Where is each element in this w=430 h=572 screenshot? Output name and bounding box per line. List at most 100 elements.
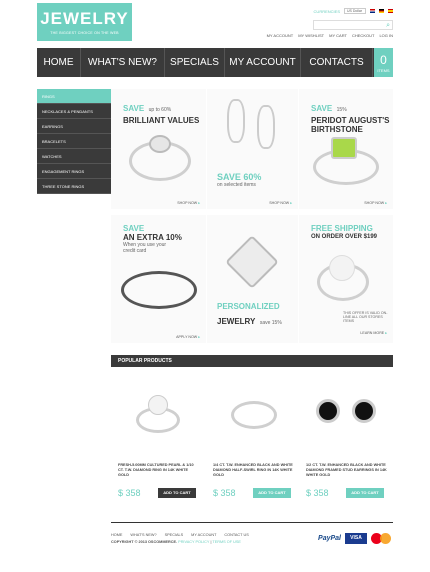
- search-icon[interactable]: ⌕: [386, 22, 390, 29]
- tile-save-amount: 15%: [336, 107, 347, 113]
- sidebar-item-earrings[interactable]: EARRINGS: [37, 119, 111, 134]
- sidebar-item-engagement-rings[interactable]: ENGAGEMENT RINGS: [37, 164, 111, 179]
- product-description[interactable]: FRESH-5.00MM CULTURED PEARL & 1/10 CT. T…: [118, 463, 200, 478]
- promo-tile-save-60[interactable]: SAVE 60% on selected items SHOP NOW ▸: [207, 89, 298, 209]
- peridot-gem-icon: [331, 137, 357, 159]
- cart-count: 0: [380, 53, 387, 67]
- tile-save-label: SAVE: [311, 104, 333, 113]
- nav-home[interactable]: HOME: [37, 48, 81, 77]
- tile-save-label: SAVE: [123, 224, 145, 233]
- search-input[interactable]: ⌕: [313, 20, 393, 30]
- footer-link-specials[interactable]: SPECIALS: [165, 533, 184, 537]
- tile-save-label: SAVE: [123, 104, 145, 113]
- nav-specials[interactable]: SPECIALS: [165, 48, 225, 77]
- mastercard-icon: [371, 533, 393, 544]
- footer-link-home[interactable]: HOME: [111, 533, 122, 537]
- product-card[interactable]: FRESH-5.00MM CULTURED PEARL & 1/10 CT. T…: [112, 371, 204, 511]
- footer-links: HOME WHAT'S NEW? SPECIALS MY ACCOUNT CON…: [111, 533, 249, 537]
- top-bar: CURRENCIES US Dollar: [314, 8, 393, 14]
- product-card[interactable]: 1/4 CT. T.W. ENHANCED BLACK AND WHITE DI…: [207, 371, 299, 511]
- bracelet-image: [121, 271, 197, 309]
- nav-my-account[interactable]: MY ACCOUNT: [225, 48, 301, 77]
- add-to-cart-button[interactable]: ADD TO CART: [253, 488, 291, 498]
- product-image[interactable]: [207, 371, 299, 453]
- link-my-cart[interactable]: MY CART: [329, 33, 347, 38]
- tile-save-amount: up to 60%: [148, 107, 172, 113]
- main-nav: HOME WHAT'S NEW? SPECIALS MY ACCOUNT CON…: [37, 48, 393, 77]
- link-my-account[interactable]: MY ACCOUNT: [267, 33, 294, 38]
- product-price: $ 358: [306, 488, 329, 498]
- product-card[interactable]: 1/2 CT. T.W. ENHANCED BLACK AND WHITE DI…: [300, 371, 392, 511]
- tile-subtext: on selected items: [217, 182, 256, 188]
- shop-now-link[interactable]: SHOP NOW ▸: [269, 201, 292, 205]
- pendant-image: [225, 235, 279, 289]
- cart-label: ITEMS: [377, 68, 390, 73]
- footer-divider: [111, 522, 393, 523]
- tile-heading: BRILLIANT VALUES: [123, 116, 200, 125]
- tile-save-amount: save 15%: [259, 320, 282, 326]
- tile-subheading: JEWELRY: [217, 317, 256, 326]
- shop-now-link[interactable]: SHOP NOW ▸: [364, 201, 387, 205]
- footer-link-contact-us[interactable]: CONTACT US: [224, 533, 248, 537]
- link-checkout[interactable]: CHECKOUT: [352, 33, 374, 38]
- sidebar-item-three-stone-rings[interactable]: THREE STONE RINGS: [37, 179, 111, 194]
- tile-heading: PERSONALIZED: [217, 302, 280, 311]
- nav-whats-new[interactable]: WHAT'S NEW?: [81, 48, 165, 77]
- sidebar-item-necklaces[interactable]: NECKLACES & PENDANTS: [37, 104, 111, 119]
- product-description[interactable]: 1/4 CT. T.W. ENHANCED BLACK AND WHITE DI…: [213, 463, 295, 478]
- visa-logo: VISA: [345, 533, 367, 544]
- copyright-text: COPYRIGHT © 2013 OSCOMMERCE.: [111, 540, 178, 544]
- tile-subtext: When you use your credit card: [123, 242, 167, 254]
- sidebar-item-rings[interactable]: RINGS: [37, 89, 111, 104]
- logo-title: JEWELRY: [40, 9, 129, 28]
- paypal-logo: PayPal: [318, 535, 341, 542]
- promo-tile-personalized[interactable]: PERSONALIZED JEWELRY save 15%: [207, 215, 298, 343]
- sidebar-item-bracelets[interactable]: BRACELETS: [37, 134, 111, 149]
- tile-heading: PERIDOT AUGUST'S: [311, 116, 390, 125]
- tile-subtext: THIS OFFER IS VALID ON-LINE ALL OUR STOR…: [343, 311, 388, 323]
- tile-subheading: ON ORDER OVER $199: [311, 234, 378, 240]
- earring-left-image: [227, 99, 245, 143]
- add-to-cart-button[interactable]: ADD TO CART: [158, 488, 196, 498]
- tile-save-label: SAVE 60%: [217, 172, 262, 182]
- product-description[interactable]: 1/2 CT. T.W. ENHANCED BLACK AND WHITE DI…: [306, 463, 388, 478]
- privacy-policy-link[interactable]: PRIVACY POLICY: [178, 540, 209, 544]
- flag-es-icon[interactable]: [388, 9, 393, 13]
- promo-tile-extra-10[interactable]: SAVE AN EXTRA 10% When you use your cred…: [111, 215, 206, 343]
- account-links: MY ACCOUNT MY WISHLIST MY CART CHECKOUT …: [267, 33, 393, 38]
- logo[interactable]: JEWELRY THE BIGGEST CHOICE ON THE WEB: [37, 3, 132, 41]
- apply-now-link[interactable]: APPLY NOW ▸: [176, 335, 200, 339]
- footer-link-whats-new[interactable]: WHAT'S NEW?: [130, 533, 156, 537]
- currencies-label: CURRENCIES: [313, 8, 340, 14]
- product-image[interactable]: [112, 371, 204, 453]
- sidebar-item-watches[interactable]: WATCHES: [37, 149, 111, 164]
- currency-select[interactable]: US Dollar: [344, 8, 366, 14]
- logo-tagline: THE BIGGEST CHOICE ON THE WEB: [50, 31, 119, 35]
- link-my-wishlist[interactable]: MY WISHLIST: [298, 33, 324, 38]
- product-price: $ 358: [118, 488, 141, 498]
- promo-tile-brilliant-values[interactable]: SAVE up to 60% BRILLIANT VALUES SHOP NOW…: [111, 89, 206, 209]
- shop-now-link[interactable]: SHOP NOW ▸: [177, 201, 200, 205]
- cart-button[interactable]: 0 ITEMS: [374, 48, 393, 77]
- diamond-cluster-icon: [149, 135, 171, 153]
- tile-heading-2: BIRTHSTONE: [311, 125, 363, 134]
- add-to-cart-button[interactable]: ADD TO CART: [346, 488, 384, 498]
- flag-uk-icon[interactable]: [370, 9, 375, 13]
- product-image[interactable]: [300, 371, 392, 453]
- nav-contacts[interactable]: CONTACTS: [301, 48, 373, 77]
- copyright: COPYRIGHT © 2013 OSCOMMERCE. PRIVACY POL…: [111, 540, 241, 544]
- tile-heading: FREE SHIPPING: [311, 224, 373, 233]
- footer-link-my-account[interactable]: MY ACCOUNT: [191, 533, 216, 537]
- pearl-icon: [329, 255, 355, 281]
- promo-tile-peridot[interactable]: SAVE 15% PERIDOT AUGUST'S BIRTHSTONE SHO…: [299, 89, 393, 209]
- tile-heading: AN EXTRA 10%: [123, 233, 182, 242]
- category-sidebar: RINGS NECKLACES & PENDANTS EARRINGS BRAC…: [37, 89, 111, 194]
- terms-link[interactable]: TERMS OF USE: [212, 540, 240, 544]
- learn-more-link[interactable]: LEARN MORE ▸: [360, 331, 387, 335]
- earring-right-image: [257, 105, 275, 149]
- flag-de-icon[interactable]: [379, 9, 384, 13]
- promo-tile-free-shipping[interactable]: FREE SHIPPING ON ORDER OVER $199 THIS OF…: [299, 215, 393, 343]
- product-price: $ 358: [213, 488, 236, 498]
- link-log-in[interactable]: LOG IN: [379, 33, 393, 38]
- popular-products-heading: POPULAR PRODUCTS: [111, 355, 393, 367]
